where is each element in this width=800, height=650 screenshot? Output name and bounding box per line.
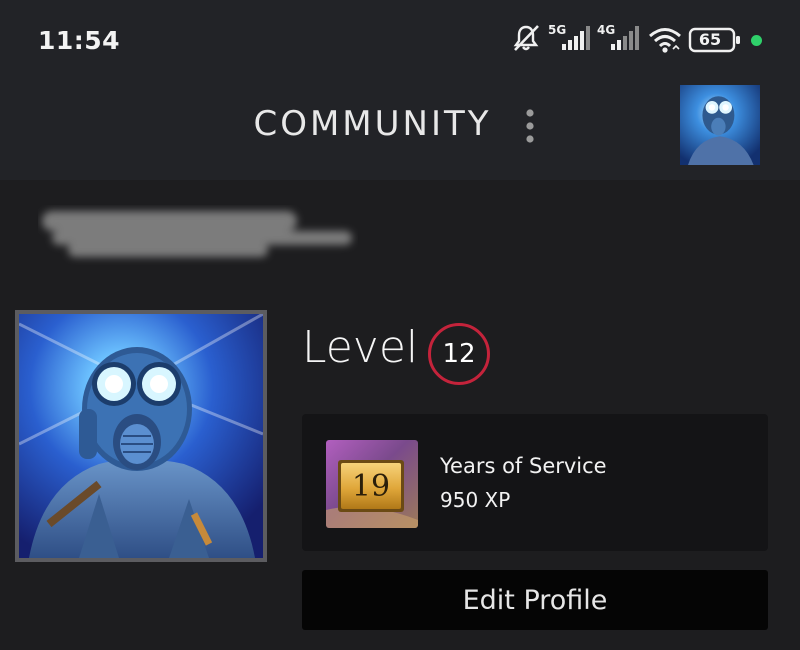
username-redacted: [42, 211, 352, 257]
status-bar: 11:54 5G 4G 65: [0, 0, 800, 80]
network-type-label: 5G: [548, 23, 566, 37]
level-label: Level: [302, 322, 419, 373]
page-title: COMMUNITY: [253, 104, 492, 144]
avatar-image: [19, 314, 263, 558]
level-badge: 12: [428, 323, 490, 385]
more-vertical-icon[interactable]: [520, 108, 540, 144]
avatar-image: [680, 85, 760, 165]
bell-muted-icon: [513, 25, 539, 51]
community-profile-screen: 11:54 5G 4G 65 COMMUNITY Level 12 19 Yea…: [0, 0, 800, 650]
badge-name: Years of Service: [440, 454, 607, 478]
featured-badge-card[interactable]: 19 Years of Service 950 XP: [302, 414, 768, 551]
profile-avatar[interactable]: [15, 310, 267, 562]
badge-xp: 950 XP: [440, 488, 511, 512]
edit-profile-button[interactable]: Edit Profile: [302, 570, 768, 630]
cell-signal-icon: 5G: [548, 23, 590, 50]
status-time: 11:54: [38, 26, 121, 55]
badge-icon: 19: [326, 440, 418, 528]
cell-signal-icon: 4G: [597, 23, 639, 50]
notification-dot: [751, 35, 762, 46]
header-avatar[interactable]: [680, 85, 760, 165]
wifi-icon: [649, 28, 681, 53]
network-type-label: 4G: [597, 23, 615, 37]
battery-level: 65: [698, 30, 722, 49]
badge-number: 19: [351, 468, 391, 504]
